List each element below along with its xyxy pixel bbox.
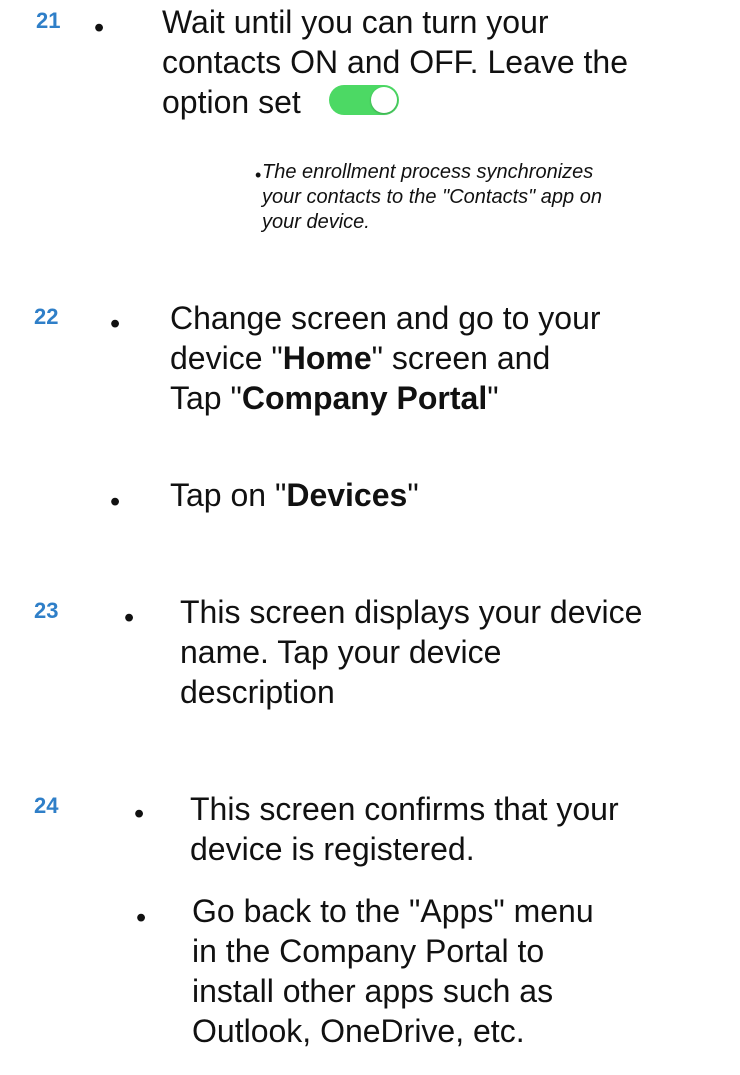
step-number-21: 21 (36, 8, 61, 33)
text-line: Go back to the "Apps" menu (192, 893, 594, 929)
text-fragment: Tap " (170, 380, 242, 416)
step-22-text-2: Tap on "Devices" (170, 475, 419, 515)
text-fragment: option set (162, 84, 301, 120)
text-line: Change screen and go to your (170, 300, 601, 336)
text-line: device "Home" screen and (170, 338, 601, 378)
text-line: name. Tap your device (180, 634, 502, 670)
text-line: install other apps such as (192, 973, 554, 1009)
text-line: in the Company Portal to (192, 933, 545, 969)
text-fragment: " (407, 477, 419, 513)
text-line: Outlook, OneDrive, etc. (192, 1013, 525, 1049)
text-line: Tap on "Devices" (170, 475, 419, 515)
bullet: • (110, 308, 121, 340)
bullet: • (136, 902, 147, 934)
step-22-text: Change screen and go to your device "Hom… (170, 298, 601, 418)
text-line: The enrollment process synchronizes (262, 161, 594, 183)
text-line: This screen confirms that your (190, 791, 619, 827)
toggle-knob (370, 87, 397, 113)
text-line: Tap "Company Portal" (170, 378, 601, 418)
text-fragment: " screen and (371, 340, 551, 376)
toggle-switch-on (328, 85, 399, 115)
step-number-23: 23 (34, 598, 59, 623)
bold-text: Company Portal (241, 380, 488, 416)
bold-text: Home (282, 340, 372, 376)
bullet: • (124, 602, 135, 634)
bullet: • (110, 486, 121, 518)
bullet: • (134, 798, 145, 830)
bold-text: Devices (286, 477, 408, 513)
step-21-subtext: The enrollment process synchronizes your… (262, 160, 602, 235)
step-number-24: 24 (34, 793, 59, 818)
step-number-22: 22 (34, 304, 59, 329)
text-line: contacts ON and OFF. Leave the (162, 44, 629, 80)
step-24-text-2: Go back to the "Apps" menu in the Compan… (192, 891, 594, 1051)
bullet: • (94, 12, 105, 44)
step-23-text: This screen displays your device name. T… (180, 592, 642, 712)
sub-bullet: • (255, 165, 262, 185)
text-line: device is registered. (190, 831, 475, 867)
text-line: description (180, 674, 335, 710)
text-line: your device. (262, 211, 370, 233)
text-fragment: device " (170, 340, 283, 376)
text-line: Wait until you can turn your (162, 4, 549, 40)
text-fragment: Tap on " (170, 477, 287, 513)
step-24-text: This screen confirms that your device is… (190, 789, 619, 869)
text-fragment: " (487, 380, 499, 416)
text-line: your contacts to the "Contacts" app on (262, 186, 602, 208)
step-21-text: Wait until you can turn your contacts ON… (162, 2, 628, 122)
text-line: This screen displays your device (180, 594, 643, 630)
text-line: option set (162, 82, 628, 122)
